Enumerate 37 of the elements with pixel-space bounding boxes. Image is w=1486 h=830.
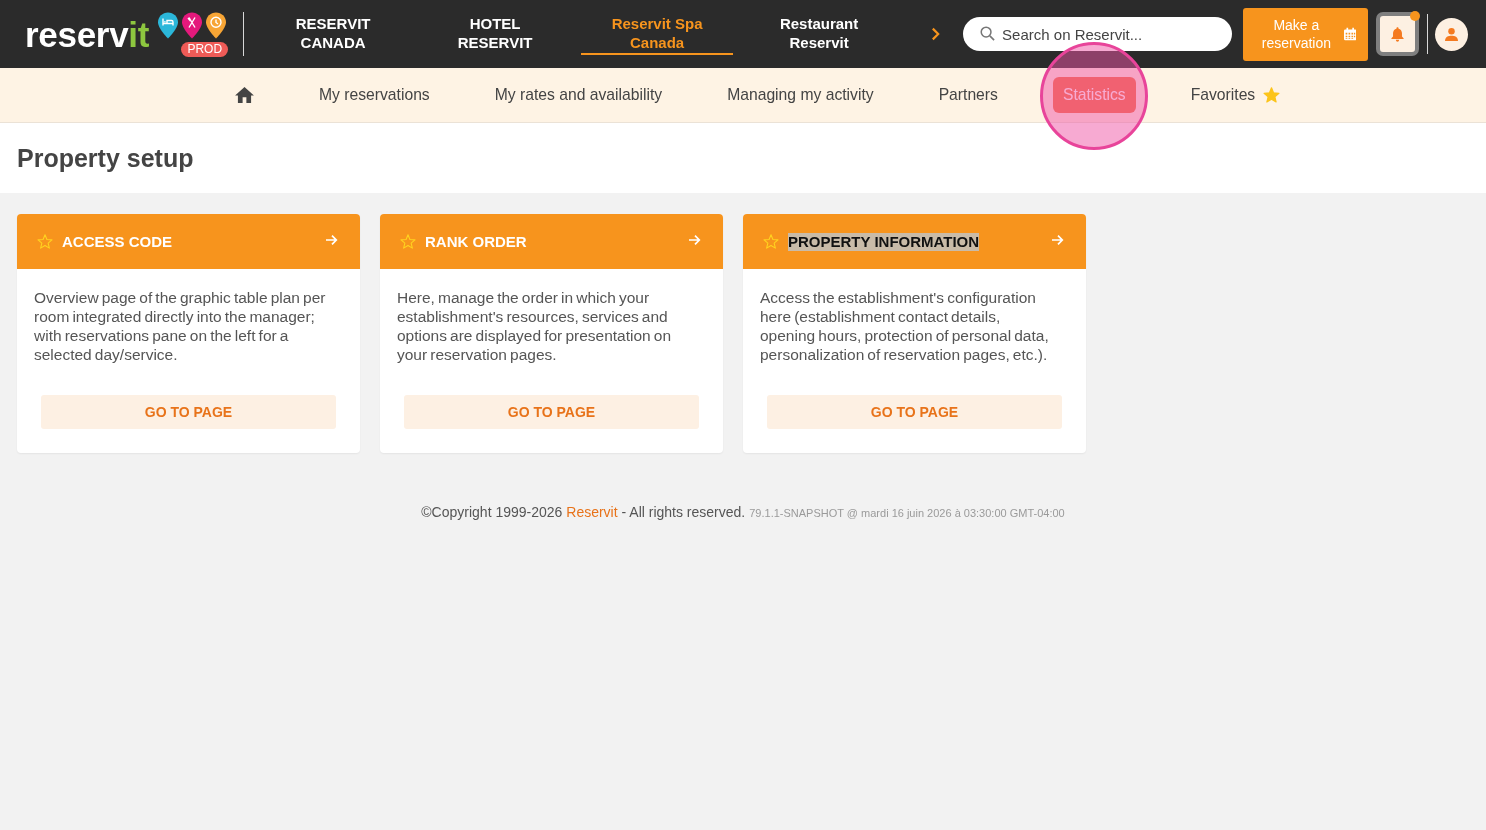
card-description: Access the establishment's configuration here (establishment contact details, opening hours, protection of personal data, personalization of reservation pages, etc.).: [760, 288, 1050, 364]
environment-badge: PROD: [181, 42, 229, 57]
arrow-right-icon: [688, 234, 702, 246]
arrow-right-icon: [325, 234, 339, 246]
card-title: PROPERTY INFORMATION: [788, 232, 980, 251]
page-title: Property setup: [17, 143, 194, 173]
search-icon: [980, 26, 996, 41]
card-description: Overview page of the graphic table plan per room integrated directly into the manager; with reservations pane on the left for a selected day/service.: [34, 288, 327, 364]
nav-link[interactable]: My reservations: [309, 77, 440, 113]
build-info: 79.1.1-SNAPSHOT @ mardi 16 juin 2026 à 03:30:00 GMT-04:00: [749, 507, 1065, 519]
search-field[interactable]: Search on Reservit...: [963, 17, 1233, 51]
card-title: RANK ORDER: [425, 232, 527, 251]
chevron-right-icon: [931, 27, 941, 41]
nav-link[interactable]: Managing my activity: [717, 77, 884, 113]
nav-link[interactable]: My rates and availability: [484, 77, 673, 113]
clock-pin-icon: [206, 12, 227, 39]
person-icon: [1445, 27, 1459, 41]
favorites-menu[interactable]: Favorites: [1180, 77, 1291, 113]
home-icon: [235, 87, 254, 103]
property-tab[interactable]: HOTEL RESERVIT: [419, 13, 572, 55]
next-tabs-button[interactable]: [931, 27, 941, 41]
bell-icon: [1391, 26, 1405, 42]
card-title: ACCESS CODE: [62, 232, 173, 251]
copyright-text: ©Copyright 1999-2026 Reservit - All rights reserved.: [421, 504, 746, 520]
arrow-right-icon: [1051, 234, 1065, 246]
notifications-button[interactable]: [1376, 12, 1420, 56]
user-menu-button[interactable]: [1435, 17, 1469, 51]
nav-link[interactable]: Partners: [928, 77, 1008, 113]
property-tab[interactable]: Restaurant Reservit: [743, 13, 896, 55]
logo-wordmark: reservit: [25, 16, 150, 52]
property-tab[interactable]: Reservit Spa Canada: [581, 13, 734, 55]
cutlery-pin-icon: [182, 12, 203, 39]
star-icon: [1263, 86, 1281, 104]
card-description: Here, manage the order in which your establishment's resources, services and options are displayed for presentation on your reservation pages.: [397, 288, 673, 364]
calendar-icon: [1343, 27, 1357, 41]
property-tab[interactable]: RESERVIT CANADA: [257, 13, 410, 55]
bed-pin-icon: [158, 12, 179, 39]
